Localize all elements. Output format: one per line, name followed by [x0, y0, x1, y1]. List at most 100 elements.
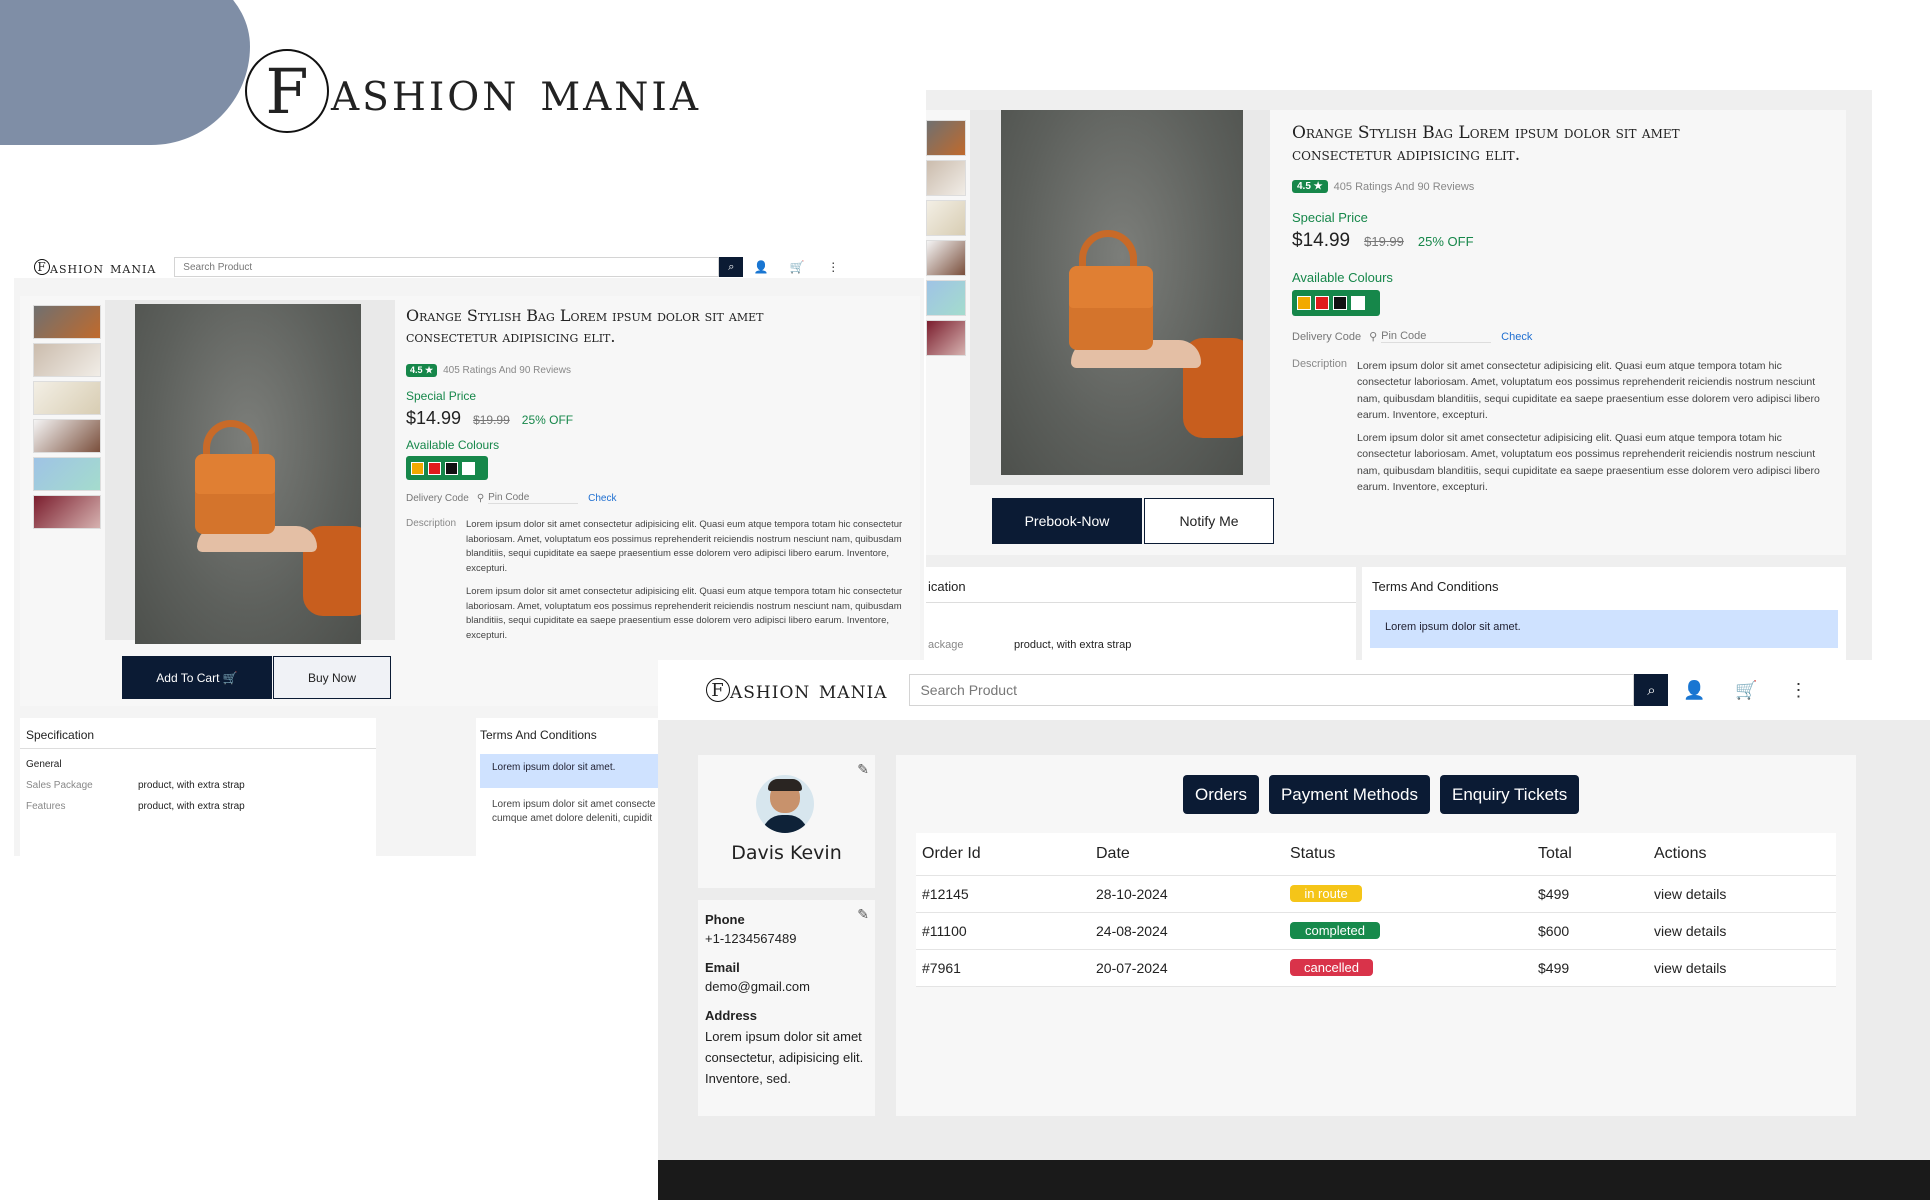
colour-swatch[interactable]: [462, 461, 475, 475]
spec-label: Features: [26, 801, 66, 812]
view-details-link[interactable]: view details: [1648, 875, 1836, 913]
terms-accordion-item[interactable]: Lorem ipsum dolor sit amet.: [1370, 610, 1838, 648]
navbar-logo-initial: F: [706, 678, 730, 702]
more-icon[interactable]: ⋮: [1772, 680, 1824, 701]
notify-me-button[interactable]: Notify Me: [1144, 498, 1274, 544]
tab-orders[interactable]: Orders: [1183, 775, 1259, 814]
product-image-frame: [970, 110, 1270, 485]
order-total: $499: [1532, 875, 1648, 913]
terms-accordion-item[interactable]: Lorem ipsum dolor sit amet.: [480, 754, 672, 788]
order-id: #7961: [916, 949, 1090, 987]
colour-swatch[interactable]: [445, 461, 458, 475]
spec-label: ackage: [928, 639, 964, 651]
status-badge: in route: [1290, 885, 1362, 902]
product-card: Add To Cart 🛒 Buy Now Orange Stylish Bag…: [20, 296, 920, 706]
thumbnail[interactable]: [33, 457, 101, 491]
colours-label: Available Colours: [406, 438, 500, 452]
navbar-logo[interactable]: F ashion mania: [34, 258, 156, 277]
product-photo: [1001, 110, 1243, 475]
profile-name: Davis Kevin: [731, 842, 842, 864]
status-badge: cancelled: [1290, 959, 1373, 976]
hero-logo: F ashion mania: [245, 48, 701, 134]
header-date: Date: [1090, 833, 1284, 876]
check-button[interactable]: Check: [1501, 331, 1532, 343]
thumbnail[interactable]: [33, 305, 101, 339]
spec-general: General: [26, 759, 62, 770]
pin-code-input[interactable]: Pin Code: [1381, 330, 1492, 343]
tab-bar: Orders Payment Methods Enquiry Tickets: [1183, 775, 1589, 814]
table-header-row: Order Id Date Status Total Actions: [916, 833, 1836, 876]
description-label: Description: [406, 518, 457, 529]
search-input[interactable]: Search Product: [174, 257, 720, 277]
description-text-2: Lorem ipsum dolor sit amet consectetur a…: [1357, 432, 1820, 493]
colour-swatch[interactable]: [1333, 296, 1347, 310]
check-button[interactable]: Check: [588, 493, 616, 504]
product-screen-right: Prebook-Now Notify Me Orange Stylish Bag…: [926, 90, 1872, 660]
rating-row: 4.5 ★ 405 Ratings And 90 Reviews: [406, 364, 571, 377]
cart-icon[interactable]: 🛒: [779, 260, 815, 274]
header-actions: Actions: [1648, 833, 1836, 876]
thumbnail[interactable]: [926, 120, 966, 156]
colours-label: Available Colours: [1292, 270, 1393, 285]
terms-panel: Terms And Conditions Lorem ipsum dolor s…: [1362, 567, 1846, 660]
thumbnail[interactable]: [926, 160, 966, 196]
rating-row: 4.5 ★ 405 Ratings And 90 Reviews: [1292, 180, 1474, 193]
edit-pencil-icon[interactable]: ✎: [857, 761, 869, 778]
search-icon: ⌕: [728, 260, 735, 273]
tab-enquiry-tickets[interactable]: Enquiry Tickets: [1439, 775, 1580, 814]
navbar: F ashion mania Search Product ⌕ 👤 🛒 ⋮: [14, 256, 924, 278]
price-row: $14.99 $19.99 25% OFF: [1292, 230, 1474, 252]
colour-swatch[interactable]: [1351, 296, 1365, 310]
tab-payment-methods[interactable]: Payment Methods: [1268, 775, 1430, 814]
order-status-cell: cancelled: [1284, 949, 1532, 987]
thumbnail[interactable]: [926, 240, 966, 276]
navbar-logo-text: ashion mania: [730, 676, 888, 704]
delivery-row: Delivery Code ⚲ Pin Code Check: [406, 492, 617, 504]
order-status-cell: in route: [1284, 875, 1532, 913]
pin-code-input[interactable]: Pin Code: [488, 492, 579, 504]
search-placeholder: Search Product: [920, 682, 1017, 698]
view-details-link[interactable]: view details: [1648, 949, 1836, 987]
search-input[interactable]: Search Product: [909, 674, 1635, 706]
thumbnail[interactable]: [926, 320, 966, 356]
footer: [658, 1160, 1930, 1200]
terms-body: Lorem ipsum dolor sit amet consecte cumq…: [492, 799, 656, 824]
rating-text: 405 Ratings And 90 Reviews: [443, 365, 571, 376]
thumbnail[interactable]: [33, 495, 101, 529]
thumbnail[interactable]: [926, 200, 966, 236]
colour-swatch[interactable]: [411, 461, 424, 475]
navbar-logo-text: ashion mania: [50, 257, 157, 277]
colour-swatch[interactable]: [428, 461, 441, 475]
discount: 25% OFF: [1417, 234, 1474, 249]
terms-title: Terms And Conditions: [480, 728, 597, 742]
cart-icon[interactable]: 🛒: [1720, 680, 1772, 701]
specification-panel: Specification General Sales Package prod…: [20, 718, 376, 856]
thumbnail[interactable]: [33, 381, 101, 415]
search-placeholder: Search Product: [183, 261, 253, 273]
order-date: 24-08-2024: [1090, 912, 1284, 950]
navbar-logo[interactable]: F ashion mania: [706, 676, 887, 704]
table-row: #11100 24-08-2024 completed $600 view de…: [916, 912, 1836, 950]
orders-panel: Orders Payment Methods Enquiry Tickets O…: [896, 755, 1856, 1116]
more-icon[interactable]: ⋮: [815, 260, 851, 274]
thumbnail[interactable]: [33, 419, 101, 453]
spec-row: Features product, with extra strap: [20, 791, 376, 812]
description-text-2: Lorem ipsum dolor sit amet consectetur a…: [466, 586, 903, 642]
colour-swatch[interactable]: [1315, 296, 1329, 310]
user-icon[interactable]: 👤: [743, 260, 779, 274]
buy-now-button[interactable]: Buy Now: [273, 656, 391, 699]
search-button[interactable]: ⌕: [1634, 674, 1669, 706]
edit-pencil-icon[interactable]: ✎: [857, 906, 869, 923]
prebook-now-button[interactable]: Prebook-Now: [992, 498, 1142, 544]
specification-title: Specification: [20, 718, 376, 749]
thumbnail[interactable]: [33, 343, 101, 377]
orders-table: Order Id Date Status Total Actions #1214…: [916, 833, 1836, 987]
product-title: Orange Stylish Bag Lorem ipsum dolor sit…: [406, 306, 764, 346]
view-details-link[interactable]: view details: [1648, 912, 1836, 950]
user-icon[interactable]: 👤: [1668, 680, 1720, 701]
colour-swatch[interactable]: [1297, 296, 1311, 310]
add-to-cart-button[interactable]: Add To Cart 🛒: [122, 656, 272, 699]
search-button[interactable]: ⌕: [719, 257, 744, 277]
terms-title: Terms And Conditions: [1372, 579, 1499, 594]
thumbnail[interactable]: [926, 280, 966, 316]
